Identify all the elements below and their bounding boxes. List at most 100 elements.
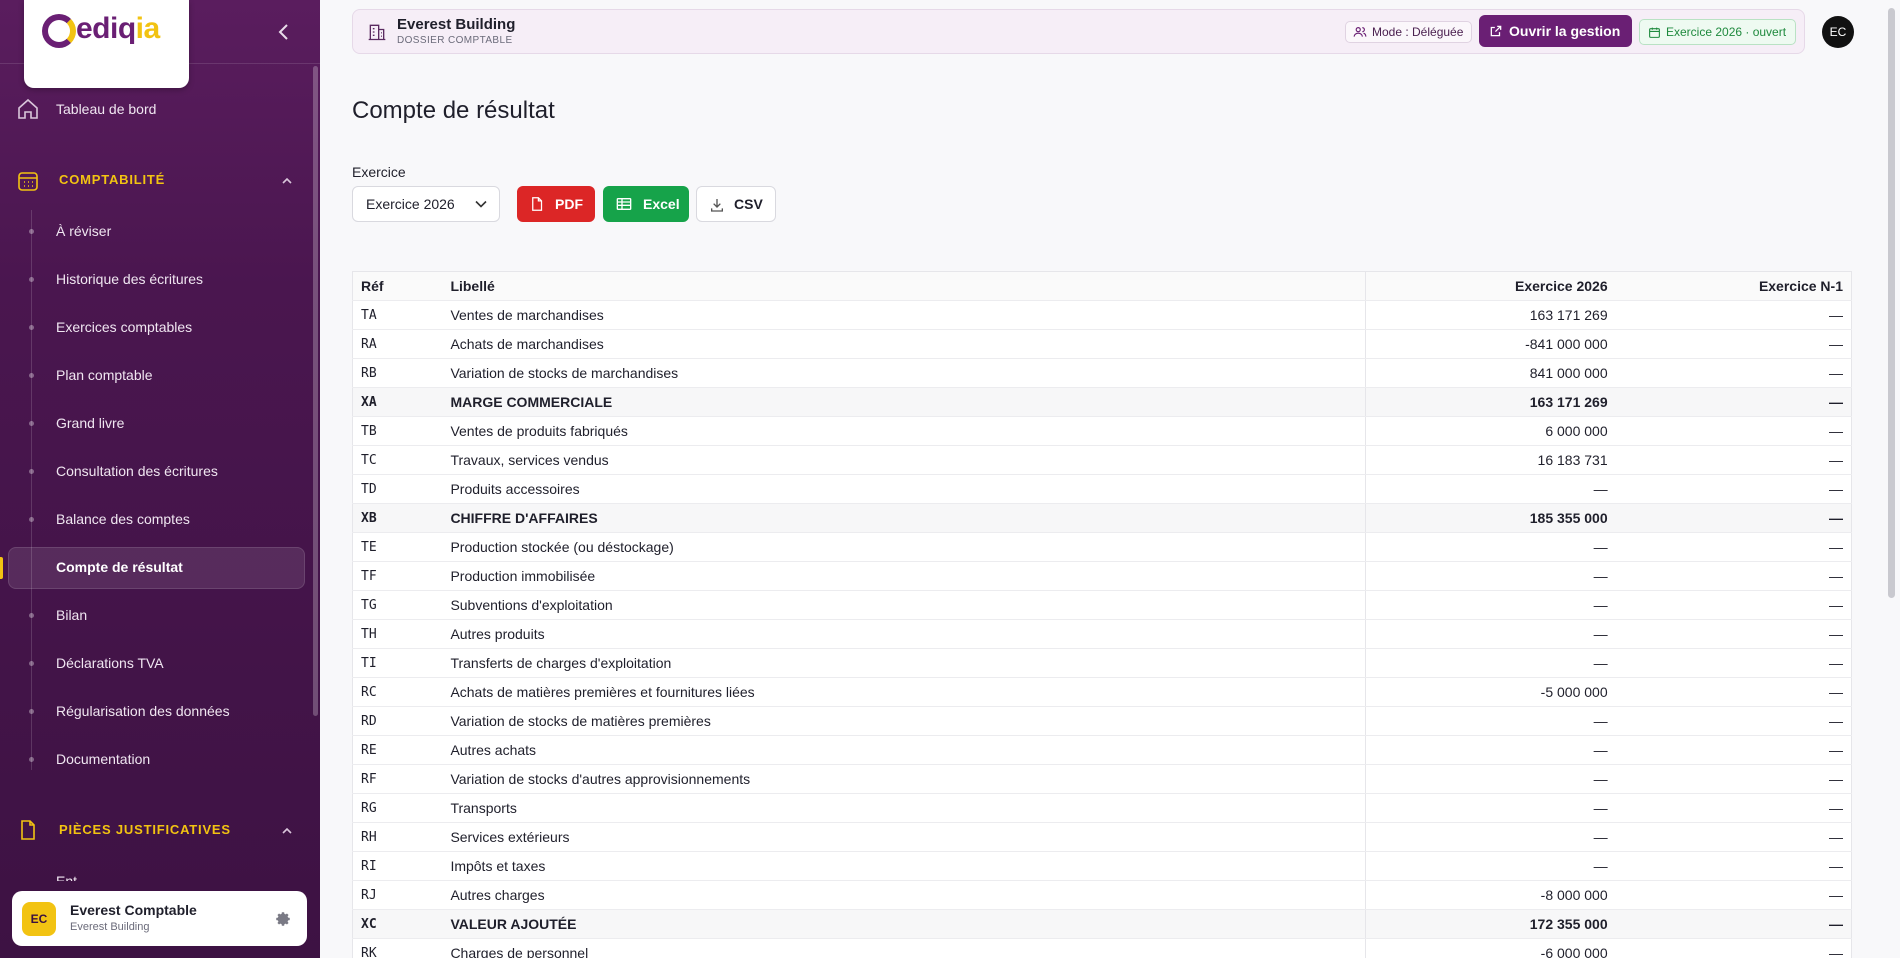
- open-management-button[interactable]: Ouvrir la gestion: [1479, 15, 1633, 47]
- nav-dot: [29, 325, 34, 330]
- row-value-current: -5 000 000: [1365, 677, 1616, 707]
- row-value-previous: —: [1615, 648, 1852, 678]
- export-excel-button[interactable]: Excel: [603, 186, 689, 222]
- col-current-year-header[interactable]: Exercice 2026: [1365, 271, 1616, 301]
- nav-chart-of-accounts[interactable]: Plan comptable: [56, 367, 153, 383]
- table-row[interactable]: TC Travaux, services vendus 16 183 731—: [352, 445, 1852, 475]
- row-ref: RB: [352, 358, 443, 388]
- table-row[interactable]: RJ Autres charges -8 000 000—: [352, 880, 1852, 910]
- gear-icon[interactable]: [274, 910, 292, 928]
- user-card[interactable]: EC Everest Comptable Everest Building: [12, 891, 307, 946]
- nav-income-statement[interactable]: Compte de résultat: [56, 559, 183, 575]
- row-ref: RG: [352, 793, 443, 823]
- row-label: Services extérieurs: [442, 822, 1367, 852]
- logo-mark-icon: [42, 14, 76, 48]
- row-ref: TI: [352, 648, 443, 678]
- nav-dot: [29, 613, 34, 618]
- row-value-current: 163 171 269: [1365, 387, 1616, 417]
- row-value-current: -8 000 000: [1365, 880, 1616, 910]
- row-value-current: -6 000 000: [1365, 938, 1616, 958]
- table-row[interactable]: RD Variation de stocks de matières premiè…: [352, 706, 1852, 736]
- export-csv-label: CSV: [734, 196, 763, 212]
- nav-vat-declarations[interactable]: Déclarations TVA: [56, 655, 164, 671]
- row-ref: RA: [352, 329, 443, 359]
- chevron-up-icon[interactable]: [280, 824, 294, 838]
- nav-dot: [29, 373, 34, 378]
- row-value-previous: —: [1615, 851, 1852, 881]
- table-row[interactable]: RC Achats de matières premières et fourni…: [352, 677, 1852, 707]
- nav-data-regularization[interactable]: Régularisation des données: [56, 703, 230, 719]
- row-value-previous: —: [1615, 416, 1852, 446]
- file-icon: [532, 197, 543, 211]
- exercise-select[interactable]: Exercice 2026: [352, 186, 500, 222]
- table-row[interactable]: TA Ventes de marchandises 163 171 269—: [352, 300, 1852, 330]
- row-label: CHIFFRE D'AFFAIRES: [442, 503, 1367, 533]
- table-row[interactable]: TG Subventions d'exploitation — —: [352, 590, 1852, 620]
- table-row[interactable]: TI Transferts de charges d'exploitation — —: [352, 648, 1852, 678]
- table-row[interactable]: TE Production stockée (ou déstockage) — —: [352, 532, 1852, 562]
- section-documents-title[interactable]: PIÈCES JUSTIFICATIVES: [59, 822, 231, 837]
- row-ref: TF: [352, 561, 443, 591]
- nav-trial-balance[interactable]: Balance des comptes: [56, 511, 190, 527]
- col-previous-year-header[interactable]: Exercice N-1: [1615, 271, 1852, 301]
- row-value-current: 172 355 000: [1365, 909, 1616, 939]
- table-row[interactable]: RA Achats de marchandises -841 000 000—: [352, 329, 1852, 359]
- row-ref: RE: [352, 735, 443, 765]
- row-label: Variation de stocks de matières première…: [442, 706, 1367, 736]
- nav-dashboard[interactable]: Tableau de bord: [56, 101, 156, 117]
- nav-active-indicator: [0, 557, 3, 579]
- nav-to-review[interactable]: À réviser: [56, 223, 111, 239]
- users-icon: [1353, 27, 1367, 37]
- row-value-previous: —: [1615, 300, 1852, 330]
- table-row[interactable]: RB Variation de stocks de marchandises 841…: [352, 358, 1852, 388]
- row-value-current: 6 000 000: [1365, 416, 1616, 446]
- table-row[interactable]: TB Ventes de produits fabriqués 6 000 000—: [352, 416, 1852, 446]
- nav-balance-sheet[interactable]: Bilan: [56, 607, 87, 623]
- sidebar-scrollbar[interactable]: [313, 66, 318, 716]
- row-value-previous: —: [1615, 880, 1852, 910]
- row-ref: RD: [352, 706, 443, 736]
- table-row[interactable]: TF Production immobilisée — —: [352, 561, 1852, 591]
- nav-general-ledger[interactable]: Grand livre: [56, 415, 124, 431]
- row-ref: TB: [352, 416, 443, 446]
- row-value-previous: —: [1615, 590, 1852, 620]
- spreadsheet-icon: [616, 198, 632, 210]
- table-row[interactable]: XC VALEUR AJOUTÉE 172 355 000—: [352, 909, 1852, 939]
- main-scrollbar[interactable]: [1888, 8, 1895, 598]
- row-ref: RK: [352, 938, 443, 958]
- user-name: Everest Comptable: [70, 902, 197, 918]
- section-accounting-title[interactable]: COMPTABILITÉ: [59, 172, 165, 187]
- row-value-previous: —: [1615, 561, 1852, 591]
- nav-entries-history[interactable]: Historique des écritures: [56, 271, 203, 287]
- logo[interactable]: ediqia: [24, 0, 189, 88]
- nav-entries-lookup[interactable]: Consultation des écritures: [56, 463, 218, 479]
- col-label-header[interactable]: Libellé: [442, 271, 1367, 301]
- table-row[interactable]: XA MARGE COMMERCIALE 163 171 269—: [352, 387, 1852, 417]
- col-ref-header[interactable]: Réf: [352, 271, 443, 301]
- export-pdf-button[interactable]: PDF: [517, 186, 595, 222]
- nav-documentation[interactable]: Documentation: [56, 751, 150, 767]
- row-label: Subventions d'exploitation: [442, 590, 1367, 620]
- table-row[interactable]: RI Impôts et taxes — —: [352, 851, 1852, 881]
- row-value-current: —: [1365, 561, 1616, 591]
- user-avatar-header[interactable]: EC: [1822, 16, 1854, 48]
- table-row[interactable]: TD Produits accessoires — —: [352, 474, 1852, 504]
- row-value-current: —: [1365, 648, 1616, 678]
- nav-fiscal-years[interactable]: Exercices comptables: [56, 319, 192, 335]
- collapse-sidebar-icon[interactable]: [272, 20, 296, 44]
- nav-tree-line: [31, 210, 32, 770]
- table-row[interactable]: RH Services extérieurs — —: [352, 822, 1852, 852]
- table-row[interactable]: TH Autres produits — —: [352, 619, 1852, 649]
- table-row[interactable]: RK Charges de personnel -6 000 000—: [352, 938, 1852, 958]
- table-row[interactable]: RF Variation de stocks d'autres approvisi…: [352, 764, 1852, 794]
- row-value-previous: —: [1615, 677, 1852, 707]
- table-row[interactable]: XB CHIFFRE D'AFFAIRES 185 355 000—: [352, 503, 1852, 533]
- row-ref: RC: [352, 677, 443, 707]
- table-row[interactable]: RE Autres achats — —: [352, 735, 1852, 765]
- row-value-current: 185 355 000: [1365, 503, 1616, 533]
- chevron-up-icon[interactable]: [280, 174, 294, 188]
- export-csv-button[interactable]: CSV: [696, 186, 776, 222]
- table-row[interactable]: RG Transports — —: [352, 793, 1852, 823]
- nav-partial-item[interactable]: Ent...: [56, 873, 89, 881]
- row-ref: RJ: [352, 880, 443, 910]
